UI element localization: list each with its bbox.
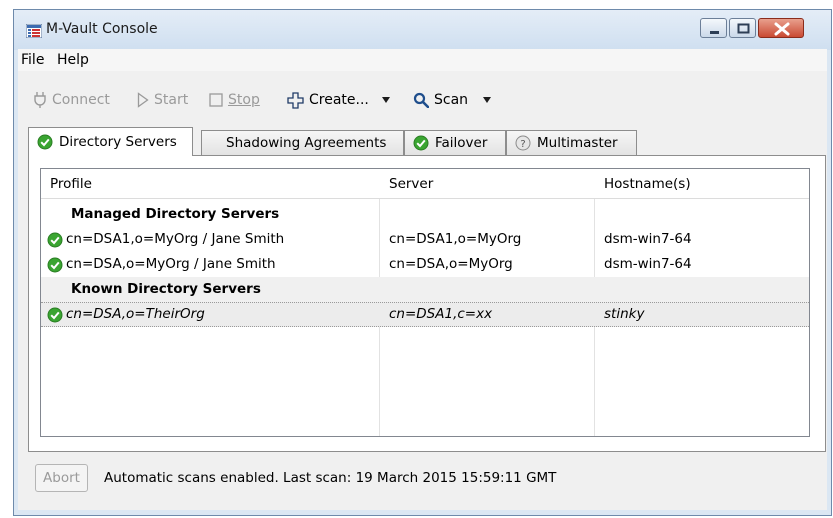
server-cell: cn=DSA,o=MyOrg <box>389 256 513 272</box>
tab-failover-label: Failover <box>435 135 488 151</box>
svg-text:?: ? <box>520 139 525 150</box>
create-label: Create... <box>309 92 369 108</box>
connect-button[interactable]: Connect <box>33 90 110 110</box>
profile-cell: cn=DSA,o=TheirOrg <box>66 306 205 322</box>
start-button[interactable]: Start <box>137 90 188 110</box>
help-circle-icon: ? <box>515 135 531 151</box>
maximize-button[interactable] <box>729 18 756 38</box>
start-label: Start <box>154 92 189 108</box>
chevron-down-icon[interactable] <box>381 96 391 104</box>
stop-label: Stop <box>228 92 260 108</box>
column-header-server[interactable]: Server <box>380 169 595 199</box>
plus-icon <box>287 91 304 109</box>
maximize-icon <box>737 23 750 34</box>
scan-label: Scan <box>434 92 469 108</box>
menu-file[interactable]: File <box>21 52 44 68</box>
check-circle-icon <box>47 232 63 252</box>
close-icon <box>774 22 790 36</box>
check-circle-icon <box>47 307 63 327</box>
search-icon <box>413 92 429 108</box>
table-row[interactable]: cn=DSA,o=MyOrg / Jane Smith cn=DSA,o=MyO… <box>41 252 809 277</box>
tab-multimaster[interactable]: ? Multimaster <box>506 130 637 156</box>
tab-failover[interactable]: Failover <box>404 130 506 156</box>
window-title: M-Vault Console <box>46 21 158 37</box>
chevron-down-icon[interactable] <box>482 96 492 104</box>
group-label: Managed Directory Servers <box>71 206 280 222</box>
tab-shadowing-agreements[interactable]: Shadowing Agreements <box>201 130 404 156</box>
hostname-cell: stinky <box>604 306 645 322</box>
table-row[interactable]: cn=DSA1,o=MyOrg / Jane Smith cn=DSA1,o=M… <box>41 227 809 252</box>
menu-bar: File Help <box>18 49 827 71</box>
group-row-known[interactable]: Known Directory Servers <box>41 277 809 302</box>
menu-help[interactable]: Help <box>57 52 89 68</box>
table-row-selected[interactable]: cn=DSA,o=TheirOrg cn=DSA1,c=xx stinky <box>41 302 809 327</box>
column-header-profile[interactable]: Profile <box>41 169 380 199</box>
abort-button[interactable]: Abort <box>35 464 88 492</box>
server-cell: cn=DSA1,o=MyOrg <box>389 231 522 247</box>
tab-shadowing-agreements-label: Shadowing Agreements <box>226 135 387 151</box>
tab-directory-servers[interactable]: Directory Servers <box>28 127 193 156</box>
tab-directory-servers-label: Directory Servers <box>59 134 177 150</box>
status-message: Automatic scans enabled. Last scan: 19 M… <box>104 470 557 486</box>
close-button[interactable] <box>758 18 804 38</box>
column-header-hostnames[interactable]: Hostname(s) <box>595 169 809 199</box>
create-button[interactable]: Create... <box>287 90 396 110</box>
group-row-managed[interactable]: Managed Directory Servers <box>41 202 809 227</box>
plug-icon <box>33 91 47 109</box>
connect-label: Connect <box>52 92 110 108</box>
hostname-cell: dsm-win7-64 <box>604 231 692 247</box>
hostname-cell: dsm-win7-64 <box>604 256 692 272</box>
grid-app-icon <box>25 23 43 39</box>
play-icon <box>137 92 149 108</box>
scan-button[interactable]: Scan <box>413 90 497 110</box>
check-circle-icon <box>37 134 53 150</box>
profile-cell: cn=DSA,o=MyOrg / Jane Smith <box>66 256 276 272</box>
server-cell: cn=DSA1,c=xx <box>389 306 493 322</box>
stop-button[interactable]: Stop <box>209 90 260 110</box>
check-circle-icon <box>47 257 63 277</box>
group-label: Known Directory Servers <box>71 281 261 297</box>
stop-icon <box>209 93 223 107</box>
title-bar[interactable]: M-Vault Console <box>14 10 831 50</box>
tab-multimaster-label: Multimaster <box>537 135 618 151</box>
minimize-button[interactable] <box>700 18 727 38</box>
check-circle-icon <box>413 135 429 151</box>
profile-cell: cn=DSA1,o=MyOrg / Jane Smith <box>66 231 285 247</box>
servers-table[interactable]: Profile Server Hostname(s) Managed Direc… <box>40 168 810 437</box>
minimize-icon <box>710 31 719 34</box>
